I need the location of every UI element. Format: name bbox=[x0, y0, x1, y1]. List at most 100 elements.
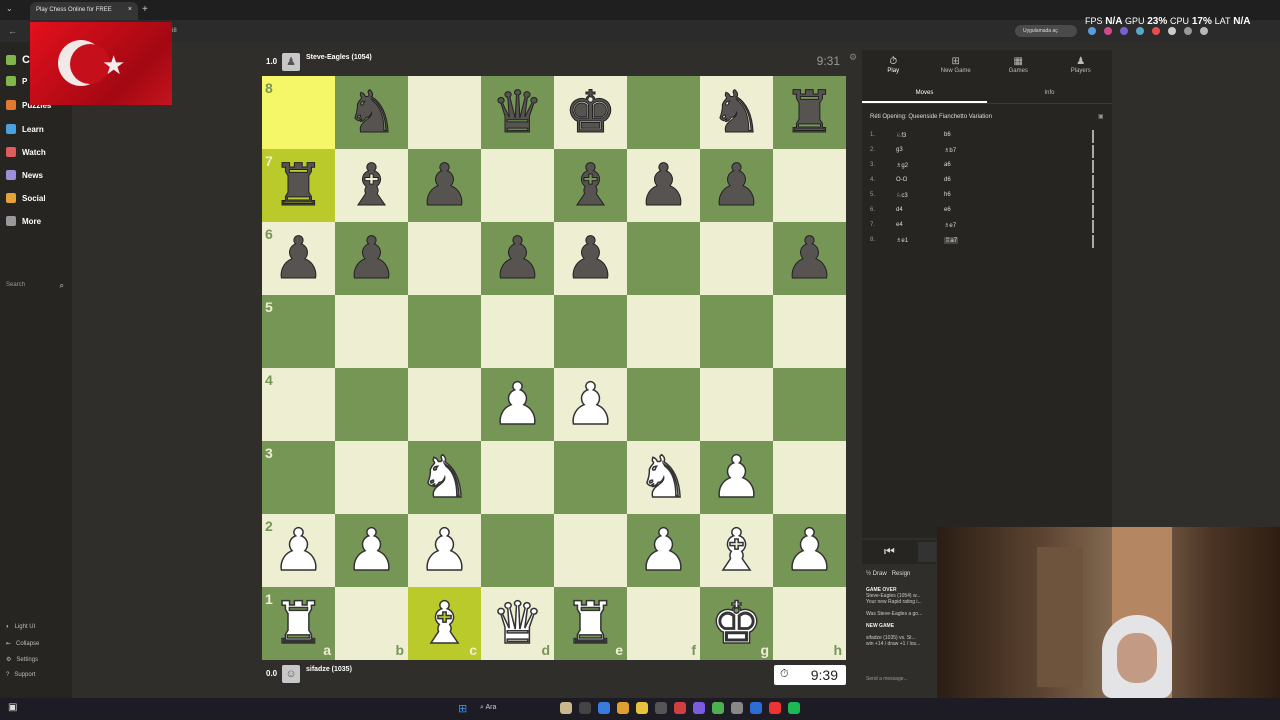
square-e8[interactable]: ♚ bbox=[554, 76, 627, 149]
black-move[interactable]: a6 bbox=[944, 162, 951, 168]
white-knight-piece[interactable]: ♞ bbox=[408, 441, 481, 514]
black-queen-piece[interactable]: ♛ bbox=[481, 76, 554, 149]
panel-tab-players[interactable]: ♟ Players bbox=[1050, 50, 1113, 84]
square-g7[interactable]: ♟ bbox=[700, 149, 773, 222]
windows-start-icon[interactable]: ⊞ bbox=[458, 702, 467, 715]
square-h6[interactable]: ♟ bbox=[773, 222, 846, 295]
white-move[interactable]: ♘f3 bbox=[896, 132, 906, 139]
square-g1[interactable]: ♚ g bbox=[700, 587, 773, 660]
square-e3[interactable] bbox=[554, 441, 627, 514]
resign-button[interactable]: Resign bbox=[892, 571, 911, 577]
square-c4[interactable] bbox=[408, 368, 481, 441]
tab-menu-icon[interactable]: ⌄ bbox=[6, 4, 13, 13]
square-f7[interactable]: ♟ bbox=[627, 149, 700, 222]
square-a8[interactable]: 8 bbox=[262, 76, 335, 149]
sidebar-footer-collapse[interactable]: ⇤ Collapse bbox=[6, 640, 39, 648]
taskbar-app-icon[interactable] bbox=[731, 702, 743, 714]
sidebar-item-learn[interactable]: Learn bbox=[6, 124, 44, 134]
taskbar-widget-icon[interactable]: ▣ bbox=[8, 702, 17, 713]
profile-icon[interactable] bbox=[1200, 27, 1208, 35]
sidebar-item-news[interactable]: News bbox=[6, 170, 43, 180]
top-player-name[interactable]: Steve-Eagles (1054) bbox=[306, 54, 372, 61]
square-b1[interactable]: b bbox=[335, 587, 408, 660]
white-pawn-piece[interactable]: ♟ bbox=[481, 368, 554, 441]
square-g4[interactable] bbox=[700, 368, 773, 441]
square-d7[interactable] bbox=[481, 149, 554, 222]
white-pawn-piece[interactable]: ♟ bbox=[554, 368, 627, 441]
sidebar-search[interactable]: Search ⌕ bbox=[6, 279, 66, 293]
square-a1[interactable]: ♜ 1 a bbox=[262, 587, 335, 660]
square-f2[interactable]: ♟ bbox=[627, 514, 700, 587]
black-move[interactable]: d6 bbox=[944, 177, 951, 183]
square-e6[interactable]: ♟ bbox=[554, 222, 627, 295]
sidebar-footer-support[interactable]: ? Support bbox=[6, 672, 35, 678]
square-e2[interactable] bbox=[554, 514, 627, 587]
draw-button[interactable]: ½ Draw bbox=[866, 571, 887, 577]
nav-button[interactable] bbox=[918, 542, 936, 562]
sidebar-footer-settings[interactable]: ⚙ Settings bbox=[6, 656, 38, 664]
square-g5[interactable] bbox=[700, 295, 773, 368]
bottom-player-avatar[interactable]: ☺ bbox=[282, 665, 300, 683]
square-e7[interactable]: ♝ bbox=[554, 149, 627, 222]
sidebar-item-more[interactable]: More bbox=[6, 216, 41, 226]
open-in-app-pill[interactable]: Uygulamada aç bbox=[1015, 25, 1077, 37]
square-f1[interactable]: f bbox=[627, 587, 700, 660]
square-c2[interactable]: ♟ bbox=[408, 514, 481, 587]
square-h4[interactable] bbox=[773, 368, 846, 441]
square-d4[interactable]: ♟ bbox=[481, 368, 554, 441]
black-knight-piece[interactable]: ♞ bbox=[700, 76, 773, 149]
black-move[interactable]: e6 bbox=[944, 207, 951, 213]
black-move[interactable]: ♖a7 bbox=[944, 237, 959, 244]
white-pawn-piece[interactable]: ♟ bbox=[408, 514, 481, 587]
extension-icon[interactable] bbox=[1120, 27, 1128, 35]
white-knight-piece[interactable]: ♞ bbox=[627, 441, 700, 514]
white-move[interactable]: O-O bbox=[896, 177, 907, 183]
black-king-piece[interactable]: ♚ bbox=[554, 76, 627, 149]
board-settings-gear-icon[interactable]: ⚙ bbox=[849, 52, 857, 63]
square-b4[interactable] bbox=[335, 368, 408, 441]
tab-close-icon[interactable]: × bbox=[128, 6, 132, 13]
taskbar-app-icon[interactable] bbox=[598, 702, 610, 714]
square-e1[interactable]: ♜ e bbox=[554, 587, 627, 660]
square-a3[interactable]: 3 bbox=[262, 441, 335, 514]
bottom-player-name[interactable]: sifadze (1035) bbox=[306, 666, 352, 673]
chess-board[interactable]: 8 ♞ ♛ ♚ ♞ ♜ ♜ 7 ♝ ♟ ♝ ♟ ♟ ♟ 6 ♟ ♟ ♟ ♟ 5 4 ♟ ♟ 3 ♞ ♞ ♟ ♟ 2 ♟ ♟ ♟ ♝ ♟ ♜ 1 a b ♝ c… bbox=[262, 76, 846, 660]
square-e5[interactable] bbox=[554, 295, 627, 368]
black-rook-piece[interactable]: ♜ bbox=[773, 76, 846, 149]
square-f6[interactable] bbox=[627, 222, 700, 295]
extension-icon[interactable] bbox=[1152, 27, 1160, 35]
chat-input[interactable]: Send a message... bbox=[866, 676, 908, 682]
white-move[interactable]: g3 bbox=[896, 147, 903, 153]
white-move[interactable]: d4 bbox=[896, 207, 903, 213]
extension-icon[interactable] bbox=[1088, 27, 1096, 35]
black-pawn-piece[interactable]: ♟ bbox=[773, 222, 846, 295]
square-d6[interactable]: ♟ bbox=[481, 222, 554, 295]
square-c3[interactable]: ♞ bbox=[408, 441, 481, 514]
square-h2[interactable]: ♟ bbox=[773, 514, 846, 587]
square-d2[interactable] bbox=[481, 514, 554, 587]
sidebar-item-social[interactable]: Social bbox=[6, 193, 46, 203]
taskbar-app-icon[interactable] bbox=[560, 702, 572, 714]
panel-tab-play[interactable]: ⏱ Play bbox=[862, 50, 925, 84]
white-pawn-piece[interactable]: ♟ bbox=[335, 514, 408, 587]
square-h8[interactable]: ♜ bbox=[773, 76, 846, 149]
extension-icon[interactable] bbox=[1168, 27, 1176, 35]
square-h7[interactable] bbox=[773, 149, 846, 222]
taskbar-app-icon[interactable] bbox=[712, 702, 724, 714]
taskbar-app-icon[interactable] bbox=[693, 702, 705, 714]
taskbar-app-icon[interactable] bbox=[769, 702, 781, 714]
white-pawn-piece[interactable]: ♟ bbox=[627, 514, 700, 587]
taskbar-app-icon[interactable] bbox=[579, 702, 591, 714]
square-c7[interactable]: ♟ bbox=[408, 149, 481, 222]
panel-tab-games[interactable]: ▦ Games bbox=[987, 50, 1050, 84]
white-move[interactable]: e4 bbox=[896, 222, 903, 228]
square-a7[interactable]: ♜ 7 bbox=[262, 149, 335, 222]
white-move[interactable]: ♘c3 bbox=[896, 192, 908, 199]
square-f4[interactable] bbox=[627, 368, 700, 441]
black-move[interactable]: ♗e7 bbox=[944, 222, 956, 229]
taskbar-app-icon[interactable] bbox=[617, 702, 629, 714]
white-pawn-piece[interactable]: ♟ bbox=[700, 441, 773, 514]
top-player-avatar[interactable]: ♟ bbox=[282, 53, 300, 71]
square-a4[interactable]: 4 bbox=[262, 368, 335, 441]
black-bishop-piece[interactable]: ♝ bbox=[554, 149, 627, 222]
